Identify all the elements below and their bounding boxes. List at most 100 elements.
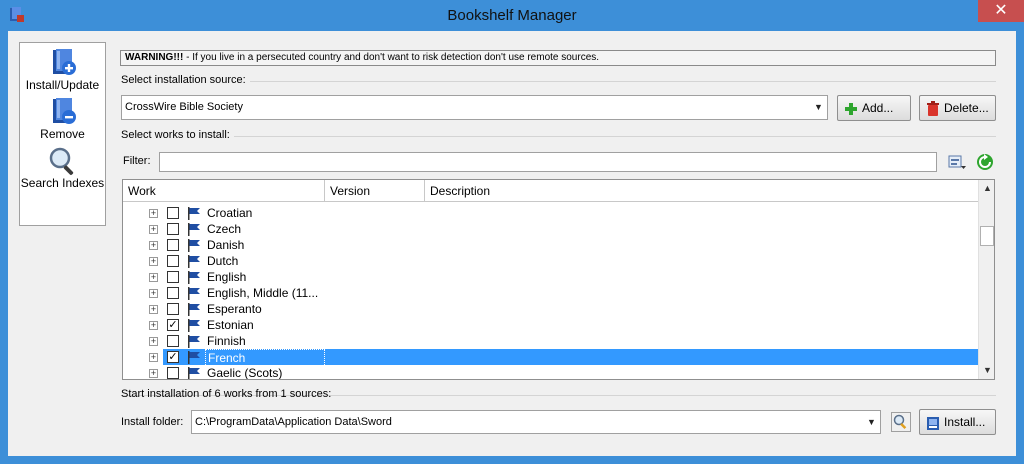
tree-row[interactable]: + English <box>123 269 978 285</box>
row-checkbox[interactable] <box>167 207 179 219</box>
tree-row[interactable]: + Czech <box>123 221 978 237</box>
install-folder-label: Install folder: <box>121 416 184 428</box>
expand-icon[interactable]: + <box>149 369 158 378</box>
magnifier-icon <box>49 147 73 175</box>
book-plus-icon <box>52 49 76 75</box>
plus-icon <box>845 102 857 115</box>
expand-icon[interactable]: + <box>149 321 158 330</box>
bookshelf-manager-window: Bookshelf Manager ✕ Install/Update Remov… <box>0 0 1024 464</box>
tree-row-label: Dutch <box>207 254 239 268</box>
scroll-down-icon[interactable]: ▼ <box>979 362 994 379</box>
row-checkbox[interactable] <box>167 287 179 299</box>
row-checkbox[interactable] <box>167 335 179 347</box>
warning-strong: WARNING!!! <box>125 52 184 63</box>
language-flag-icon <box>188 335 200 348</box>
works-group-label: Select works to install: <box>121 129 234 141</box>
table-header: Work Version Description <box>123 180 978 202</box>
sidebar-item-label: Search Indexes <box>20 176 105 190</box>
row-checkbox[interactable] <box>167 239 179 251</box>
expand-icon[interactable]: + <box>149 289 158 298</box>
install-label: Install... <box>944 415 986 429</box>
language-flag-icon <box>188 319 200 332</box>
tree-row-label: Danish <box>207 238 245 252</box>
vertical-scrollbar[interactable]: ▲ ▼ <box>978 180 994 379</box>
client-area: Install/Update Remove Search Indexes WAR… <box>8 31 1016 456</box>
tree-row[interactable]: + ✓ Estonian <box>123 317 978 333</box>
expand-icon[interactable]: + <box>149 257 158 266</box>
warning-text: - If you live in a persecuted country an… <box>183 52 600 63</box>
language-flag-icon <box>188 207 200 220</box>
add-source-button[interactable]: Add... <box>837 95 911 121</box>
language-flag-icon <box>188 239 200 252</box>
language-flag-icon <box>188 271 200 284</box>
filter-input[interactable] <box>159 152 937 172</box>
sidebar-item-install-update[interactable]: Install/Update <box>20 47 105 92</box>
tree-row[interactable]: + English, Middle (11... <box>123 285 978 301</box>
row-checkbox[interactable]: ✓ <box>167 319 179 331</box>
divider <box>121 136 996 137</box>
add-source-label: Add... <box>862 101 894 115</box>
tree-row-label: Croatian <box>207 206 253 220</box>
column-header-description[interactable]: Description <box>425 180 978 202</box>
row-checkbox[interactable] <box>167 255 179 267</box>
tree-row[interactable]: + Danish <box>123 237 978 253</box>
window-title: Bookshelf Manager <box>447 7 577 24</box>
row-checkbox[interactable] <box>167 303 179 315</box>
book-minus-icon <box>52 98 76 124</box>
title-bar[interactable]: Bookshelf Manager ✕ <box>0 0 1024 31</box>
refresh-icon[interactable] <box>975 152 995 172</box>
language-flag-icon <box>188 255 200 268</box>
divider <box>121 81 996 82</box>
status-text: Start installation of 6 works from 1 sou… <box>121 388 332 400</box>
column-header-version[interactable]: Version <box>325 180 425 202</box>
tree-row-label: Finnish <box>207 334 246 348</box>
works-tree-table[interactable]: Work Version Description + Croatian + Czech… <box>122 179 995 380</box>
expand-icon[interactable]: + <box>149 225 158 234</box>
expand-icon[interactable]: + <box>149 305 158 314</box>
language-flag-icon <box>188 223 200 236</box>
close-button[interactable]: ✕ <box>978 0 1024 22</box>
tree-row-label: Esperanto <box>207 302 262 316</box>
expand-icon[interactable]: + <box>149 241 158 250</box>
row-checkbox[interactable] <box>167 367 179 379</box>
row-checkbox[interactable] <box>167 271 179 283</box>
row-checkbox[interactable] <box>167 223 179 235</box>
install-icon <box>927 416 939 430</box>
column-header-work[interactable]: Work <box>123 180 325 202</box>
tree-row[interactable]: + Gaelic (Scots) <box>123 365 978 380</box>
language-flag-icon <box>188 351 200 364</box>
tree-row[interactable]: + Esperanto <box>123 301 978 317</box>
filter-options-icon[interactable] <box>947 152 967 172</box>
tree-row-label: English <box>207 270 247 284</box>
expand-icon[interactable]: + <box>149 353 158 362</box>
sidebar-item-search-indexes[interactable]: Search Indexes <box>20 145 105 190</box>
tree-row[interactable]: + Dutch <box>123 253 978 269</box>
tree-row[interactable]: + Finnish <box>123 333 978 349</box>
chevron-down-icon[interactable]: ▼ <box>863 411 880 433</box>
tree-row-label: English, Middle (11... <box>207 286 319 300</box>
scroll-thumb[interactable] <box>980 226 994 246</box>
expand-icon[interactable]: + <box>149 273 158 282</box>
sidebar: Install/Update Remove Search Indexes <box>19 42 106 226</box>
tree-row-label: Gaelic (Scots) <box>207 366 283 380</box>
row-checkbox[interactable]: ✓ <box>167 351 179 363</box>
sidebar-item-remove[interactable]: Remove <box>20 96 105 141</box>
scroll-up-icon[interactable]: ▲ <box>979 180 994 197</box>
tree-row[interactable]: + ✓ French <box>149 349 978 367</box>
expand-icon[interactable]: + <box>149 209 158 218</box>
sidebar-item-label: Remove <box>40 127 85 141</box>
delete-source-button[interactable]: Delete... <box>919 95 996 121</box>
trash-icon <box>927 100 939 116</box>
tree-row-label: Estonian <box>207 318 254 332</box>
install-folder-value: C:\ProgramData\Application Data\Sword <box>195 416 392 428</box>
install-button[interactable]: Install... <box>919 409 996 435</box>
expand-icon[interactable]: + <box>149 337 158 346</box>
installation-source-select[interactable]: CrossWire Bible Society ▼ <box>121 95 828 120</box>
language-flag-icon <box>188 303 200 316</box>
install-folder-select[interactable]: C:\ProgramData\Application Data\Sword ▼ <box>191 410 881 434</box>
chevron-down-icon[interactable]: ▼ <box>810 96 827 119</box>
tree-row[interactable]: + Croatian <box>123 205 978 221</box>
tree-row-label: Czech <box>207 222 242 236</box>
browse-folder-icon[interactable] <box>891 412 911 432</box>
sidebar-item-label: Install/Update <box>25 78 100 92</box>
